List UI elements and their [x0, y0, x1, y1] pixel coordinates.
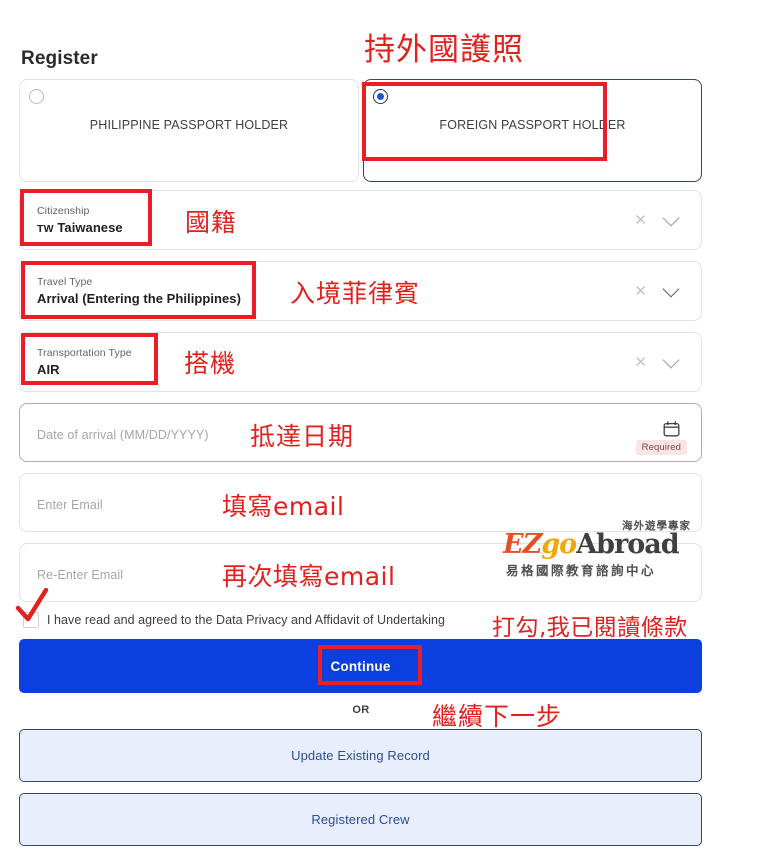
passport-type-card-foreign[interactable]: FOREIGN PASSPORT HOLDER — [363, 79, 702, 182]
citizenship-clear-icon[interactable]: ✕ — [634, 213, 647, 228]
transportation-type-label: Transportation Type — [37, 347, 132, 359]
passport-type-card-philippine[interactable]: PHILIPPINE PASSPORT HOLDER — [19, 79, 359, 182]
annotation-text-foreign-passport: 持外國護照 — [364, 32, 524, 68]
update-existing-record-button[interactable]: Update Existing Record — [19, 729, 702, 782]
citizenship-field[interactable]: Citizenship TW Taiwanese ✕ — [19, 190, 702, 250]
registered-crew-button[interactable]: Registered Crew — [19, 793, 702, 846]
citizenship-value: TW Taiwanese — [37, 220, 123, 235]
date-of-arrival-placeholder: Date of arrival (MM/DD/YYYY) — [37, 428, 209, 442]
consent-label: I have read and agreed to the Data Priva… — [47, 613, 446, 627]
registration-page: Register PHILIPPINE PASSPORT HOLDER FORE… — [0, 0, 762, 858]
date-required-badge: Required — [635, 439, 687, 455]
date-of-arrival-field[interactable]: Date of arrival (MM/DD/YYYY) Required — [19, 403, 702, 462]
or-divider-label: OR — [352, 704, 370, 716]
passport-type-label-foreign: FOREIGN PASSPORT HOLDER — [439, 118, 626, 132]
page-title: Register — [21, 48, 98, 69]
citizenship-chevron-down-icon[interactable] — [662, 209, 680, 227]
passport-type-group: PHILIPPINE PASSPORT HOLDER FOREIGN PASSP… — [19, 79, 702, 182]
continue-button[interactable]: Continue — [19, 639, 702, 693]
travel-type-value: Arrival (Entering the Philippines) — [37, 291, 241, 306]
email-placeholder: Enter Email — [37, 498, 103, 512]
transportation-type-field[interactable]: Transportation Type AIR ✕ — [19, 332, 702, 392]
email-confirm-placeholder: Re-Enter Email — [37, 568, 124, 582]
consent-row: I have read and agreed to the Data Priva… — [19, 607, 702, 635]
consent-checkbox[interactable] — [23, 612, 39, 628]
citizenship-country-code: TW — [37, 223, 54, 235]
calendar-icon[interactable] — [663, 421, 680, 437]
email-confirm-field[interactable]: Re-Enter Email — [19, 543, 702, 602]
transportation-type-clear-icon[interactable]: ✕ — [634, 355, 647, 370]
citizenship-country-name: Taiwanese — [57, 220, 123, 235]
transportation-type-value: AIR — [37, 362, 60, 377]
radio-foreign-icon[interactable] — [373, 89, 388, 104]
transportation-type-chevron-down-icon[interactable] — [662, 351, 680, 369]
email-field[interactable]: Enter Email — [19, 473, 702, 532]
travel-type-chevron-down-icon[interactable] — [662, 280, 680, 298]
travel-type-clear-icon[interactable]: ✕ — [634, 284, 647, 299]
passport-type-label-philippine: PHILIPPINE PASSPORT HOLDER — [89, 118, 289, 132]
radio-philippine-icon[interactable] — [29, 89, 44, 104]
travel-type-field[interactable]: Travel Type Arrival (Entering the Philip… — [19, 261, 702, 321]
travel-type-label: Travel Type — [37, 276, 93, 288]
citizenship-label: Citizenship — [37, 205, 90, 217]
